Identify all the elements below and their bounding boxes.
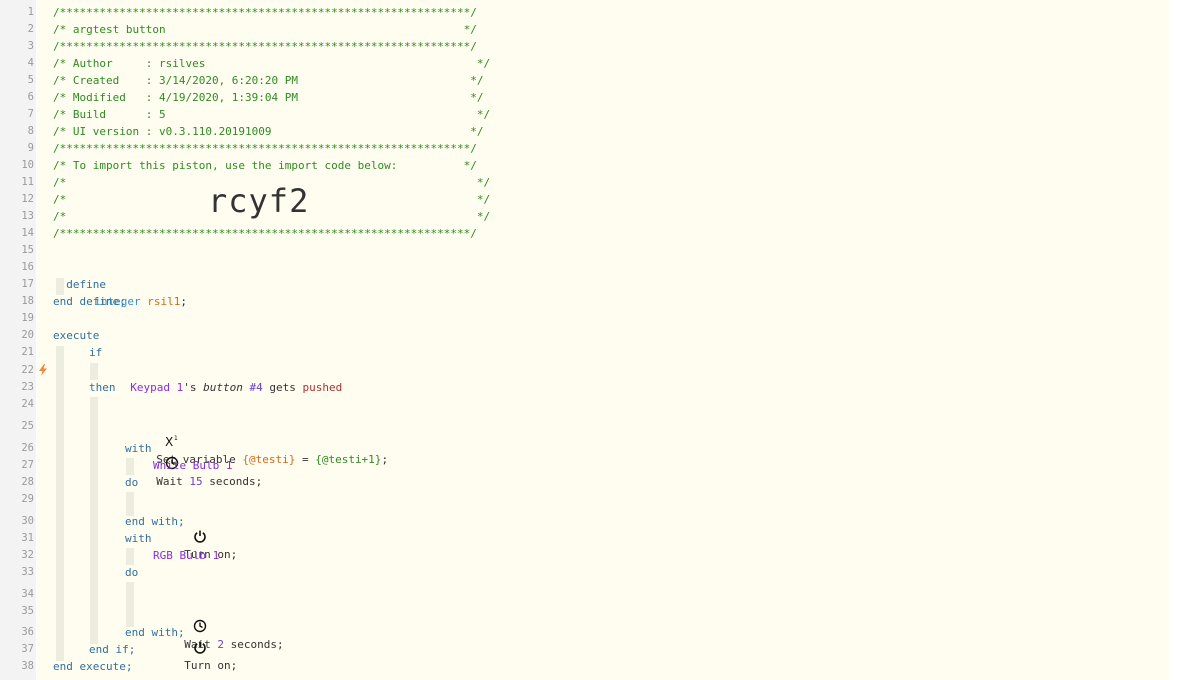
indent-guide <box>126 582 134 627</box>
indent-guide <box>90 397 98 644</box>
with-statement[interactable]: with <box>125 440 152 457</box>
end-execute-statement[interactable]: end execute; <box>53 658 132 675</box>
line-number: 35 <box>21 605 34 617</box>
line-number: 21 <box>21 346 34 358</box>
trigger-condition[interactable]: Keypad 1's button #4 gets pushed <box>117 362 342 396</box>
line-number: 27 <box>21 459 34 471</box>
line-number: 31 <box>21 532 34 544</box>
line-number: 34 <box>21 588 34 600</box>
variable-name: rsil1 <box>147 295 181 308</box>
do-statement[interactable]: do <box>125 474 138 491</box>
line-number: 29 <box>21 493 34 505</box>
import-code[interactable]: rcyf2 <box>208 182 309 220</box>
seconds-label: seconds; <box>202 475 263 488</box>
indent-guide <box>56 346 64 661</box>
build-comment: /* Build : 5 */ <box>53 108 491 121</box>
line-number: 33 <box>21 566 34 578</box>
semicolon: ; <box>381 453 389 466</box>
header-border: /***************************************… <box>53 227 477 240</box>
end-with-statement[interactable]: end with; <box>125 624 185 641</box>
semicolon: ; <box>180 295 187 308</box>
turn-on-label: Turn on; <box>184 659 238 672</box>
then-statement[interactable]: then <box>89 379 116 396</box>
line-number: 23 <box>21 381 34 393</box>
created-comment: /* Created : 3/14/2020, 6:20:20 PM */ <box>53 74 484 87</box>
end-if-statement[interactable]: end if; <box>89 641 135 658</box>
line-number: 32 <box>21 549 34 561</box>
line-number: 37 <box>21 643 34 655</box>
line-number: 24 <box>21 398 34 410</box>
line-number: 8 <box>27 125 34 137</box>
import-note-comment: /* To import this piston, use the import… <box>53 159 477 172</box>
line-number: 36 <box>21 626 34 638</box>
line-number: 19 <box>21 312 34 324</box>
event-pushed: pushed <box>302 381 343 394</box>
modified-comment: /* Modified : 4/19/2020, 1:39:04 PM */ <box>53 91 484 104</box>
line-number: 3 <box>27 40 34 52</box>
indent-guide <box>126 548 134 565</box>
attribute-button: button <box>203 381 243 394</box>
line-number: 10 <box>21 159 34 171</box>
line-number: 17 <box>21 278 34 290</box>
do-statement[interactable]: do <box>125 564 138 581</box>
header-border: /***************************************… <box>53 6 477 19</box>
piston-title: /* argtest button */ <box>53 23 477 36</box>
line-number: 5 <box>27 74 34 86</box>
line-number: 15 <box>21 244 34 256</box>
line-number: 14 <box>21 227 34 239</box>
line-number: 13 <box>21 210 34 222</box>
line-number: 22 <box>21 364 34 376</box>
line-number: 7 <box>27 108 34 120</box>
expression: {@testi+1} <box>315 453 382 466</box>
header-border: /***************************************… <box>53 40 477 53</box>
button-number: #4 <box>242 381 263 394</box>
line-number: 12 <box>21 193 34 205</box>
end-define-statement[interactable]: end define; <box>53 293 126 310</box>
execute-statement[interactable]: execute <box>53 327 99 344</box>
line-number: 2 <box>27 23 34 35</box>
line-number: 6 <box>27 91 34 103</box>
line-number: 18 <box>21 295 34 307</box>
indent-guide <box>90 363 98 380</box>
line-number: 25 <box>21 420 34 432</box>
line-number: 30 <box>21 515 34 527</box>
device-rgb-bulb[interactable]: RGB Bulb 1 <box>153 547 219 564</box>
line-number: 38 <box>21 660 34 672</box>
wait-label: Wait <box>156 475 190 488</box>
line-number: 16 <box>21 261 34 273</box>
equals-sign: = <box>295 453 316 466</box>
with-statement[interactable]: with <box>125 530 152 547</box>
if-statement[interactable]: if <box>89 344 102 361</box>
piston-title-comment: /* argtest button */ <box>53 21 477 38</box>
possessive-text: 's <box>183 381 204 394</box>
line-number: 28 <box>21 476 34 488</box>
line-number: 20 <box>21 329 34 341</box>
line-number: 1 <box>27 6 34 18</box>
device-white-bulb[interactable]: White Bulb 1 <box>153 457 232 474</box>
line-number: 11 <box>21 176 34 188</box>
line-number: 4 <box>27 57 34 69</box>
end-with-statement[interactable]: end with; <box>125 513 185 530</box>
wait-duration: 15 <box>189 475 203 488</box>
author-comment: /* Author : rsilves */ <box>53 57 491 70</box>
ui-version-comment: /* UI version : v0.3.110.20191009 */ <box>53 125 484 138</box>
header-border: /***************************************… <box>53 142 477 155</box>
gets-text: gets <box>262 381 303 394</box>
line-number: 26 <box>21 442 34 454</box>
lightning-bolt-icon <box>39 364 47 376</box>
line-number: 9 <box>27 142 34 154</box>
device-keypad: Keypad 1 <box>130 381 184 394</box>
